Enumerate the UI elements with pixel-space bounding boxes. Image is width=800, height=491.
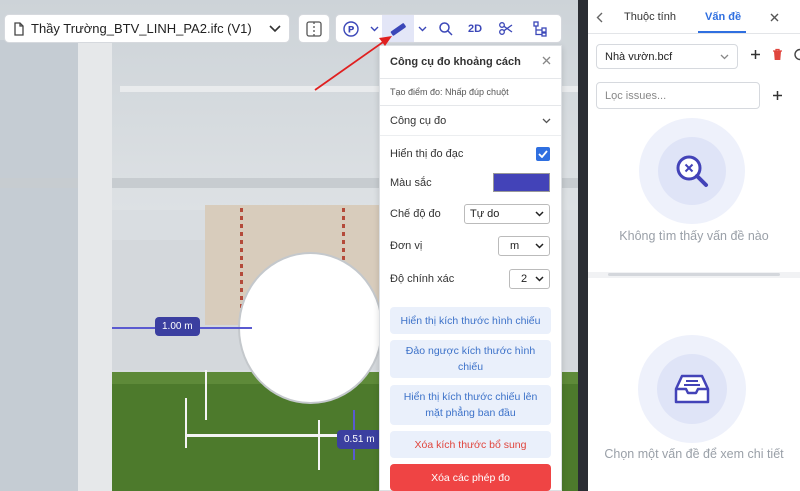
measure-label-2[interactable]: 0.51 m — [337, 430, 382, 449]
scene-post — [318, 420, 320, 470]
color-row: Màu sắc — [390, 173, 550, 192]
reverse-projection-button[interactable]: Đảo ngược kích thước hình chiếu — [390, 340, 551, 378]
scene-round-structure — [238, 252, 383, 404]
tab-issues[interactable]: Vấn đề — [705, 0, 741, 34]
more-options-icon[interactable] — [792, 48, 800, 64]
unit-select[interactable]: m — [498, 236, 550, 256]
scissors-tool-button[interactable] — [490, 15, 520, 42]
show-on-plane-button[interactable]: Hiển thị kích thước chiếu lên mặt phẳng … — [390, 385, 551, 425]
ruler-icon — [390, 22, 406, 36]
split-view-icon — [306, 20, 322, 37]
scissors-icon — [498, 22, 512, 35]
color-label: Màu sắc — [390, 176, 432, 189]
active-tab-indicator — [698, 31, 746, 33]
show-measure-checkbox[interactable] — [536, 147, 550, 161]
mode-label: Chế độ đo — [390, 208, 441, 220]
color-picker[interactable] — [493, 173, 550, 192]
add-bcf-icon[interactable] — [750, 49, 761, 63]
measure-section-header[interactable]: Công cụ đo — [380, 106, 561, 136]
delete-extra-button[interactable]: Xóa kích thước bổ sung — [390, 431, 551, 458]
viewer-toolbar: P 2D — [335, 14, 562, 43]
parking-icon: P — [343, 20, 359, 37]
search-tool-button[interactable] — [430, 15, 460, 42]
precision-value: 2 — [521, 273, 528, 285]
hierarchy-icon — [533, 20, 547, 37]
split-view-button[interactable] — [298, 14, 330, 43]
chevron-down-icon — [542, 118, 551, 123]
mode-row: Chế độ đo Tự do — [390, 204, 550, 224]
chevron-down-icon — [535, 211, 544, 217]
measure-label-1[interactable]: 1.00 m — [155, 317, 200, 336]
mode-select[interactable]: Tự do — [464, 204, 550, 224]
tab-prev-icon[interactable] — [596, 0, 603, 34]
bcf-file-select[interactable]: Nhà vườn.bcf — [596, 44, 738, 69]
chevron-down-icon — [370, 26, 378, 31]
panel-title: Công cụ đo khoảng cách — [390, 56, 521, 68]
section-label: Công cụ đo — [390, 114, 447, 127]
empty-inbox-illustration — [638, 335, 746, 443]
add-issue-icon[interactable] — [772, 90, 783, 104]
2d-view-button[interactable]: 2D — [460, 15, 490, 42]
issues-filter-input[interactable]: Lọc issues... — [596, 82, 760, 109]
file-icon — [13, 21, 25, 36]
tab-properties[interactable]: Thuộc tính — [624, 0, 676, 34]
close-icon[interactable] — [542, 56, 551, 68]
file-title: Thầy Trường_BTV_LINH_PA2.ifc (V1) — [31, 21, 252, 36]
chevron-down-icon — [720, 54, 729, 59]
divider-handle[interactable] — [608, 273, 780, 276]
side-split-divider[interactable] — [588, 272, 800, 278]
file-selector[interactable]: Thầy Trường_BTV_LINH_PA2.ifc (V1) — [4, 14, 290, 43]
parking-dropdown[interactable] — [366, 15, 382, 42]
parking-tool-button[interactable]: P — [336, 15, 366, 42]
scene-post — [185, 398, 187, 448]
check-icon — [538, 150, 548, 158]
delete-all-measurements-button[interactable]: Xóa các phép đo — [390, 464, 551, 491]
empty-search-illustration — [639, 118, 745, 224]
svg-text:P: P — [348, 25, 355, 35]
inbox-icon — [674, 374, 710, 404]
measure-dropdown[interactable] — [414, 15, 430, 42]
tree-tool-button[interactable] — [520, 15, 560, 42]
show-measure-row: Hiển thị đo đạc — [390, 147, 550, 161]
tab-close-icon[interactable] — [770, 0, 779, 34]
measure-tool-panel: Công cụ đo khoảng cách Tạo điểm đo: Nhấp… — [379, 45, 562, 491]
show-measure-label: Hiển thị đo đạc — [390, 148, 464, 160]
search-icon — [438, 22, 453, 36]
mode-value: Tự do — [470, 208, 500, 220]
precision-label: Độ chính xác — [390, 273, 455, 285]
scene-line — [185, 434, 345, 437]
select-issue-text: Chọn một vấn đề để xem chi tiết — [604, 447, 784, 461]
chevron-down-icon — [418, 26, 426, 31]
precision-row: Độ chính xác 2 — [390, 269, 550, 289]
unit-value: m — [510, 240, 520, 252]
chevron-down-icon — [535, 243, 544, 249]
unit-row: Đơn vị m — [390, 236, 550, 256]
panel-hint: Tạo điểm đo: Nhấp đúp chuột — [380, 79, 561, 106]
chevron-down-icon[interactable] — [269, 24, 281, 33]
unit-label: Đơn vị — [390, 240, 423, 252]
panel-header: Công cụ đo khoảng cách — [380, 46, 561, 79]
bcf-file-name: Nhà vườn.bcf — [605, 50, 673, 63]
side-tabs: Thuộc tính Vấn đề — [588, 0, 800, 34]
issues-side-panel: Thuộc tính Vấn đề Nhà vườn.bcf Lọc issue… — [588, 0, 800, 491]
show-projection-button[interactable]: Hiển thị kích thước hình chiếu — [390, 307, 551, 334]
chevron-down-icon — [535, 276, 544, 282]
empty-issues-text: Không tìm thấy vấn đề nào — [619, 229, 769, 243]
side-panel-resizer[interactable] — [578, 0, 588, 491]
trash-icon[interactable] — [772, 48, 783, 64]
precision-select[interactable]: 2 — [509, 269, 550, 289]
scene-wall — [0, 40, 78, 491]
measure-tool-button[interactable] — [382, 15, 414, 42]
scene-pillar — [78, 30, 112, 491]
search-x-icon — [676, 155, 708, 187]
scene-post — [205, 370, 207, 420]
